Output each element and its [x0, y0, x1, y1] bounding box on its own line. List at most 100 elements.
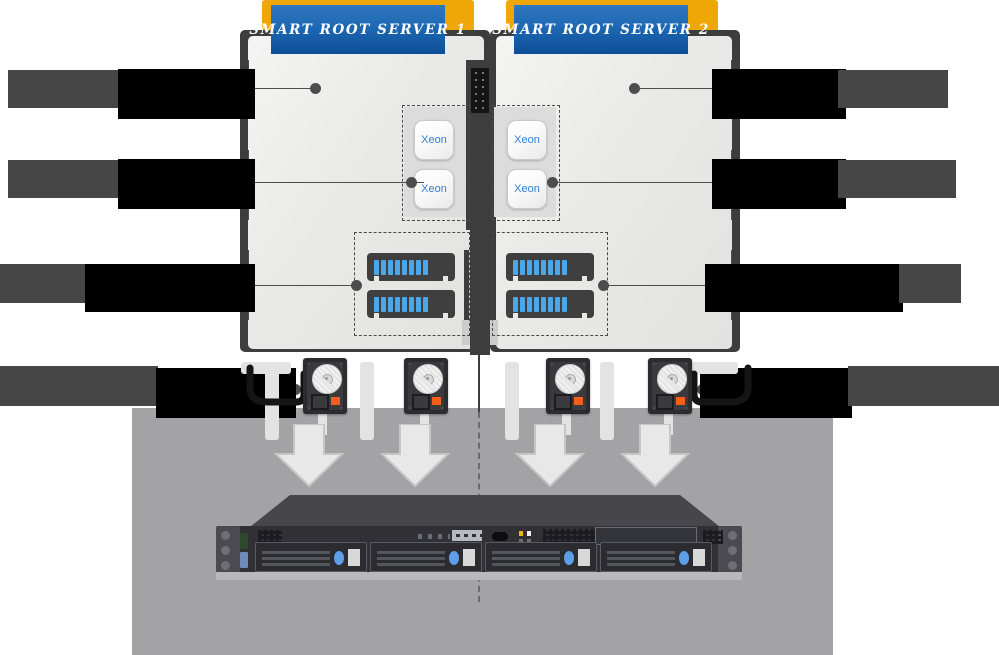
memory-group-outline-right — [492, 232, 608, 336]
hard-drive-4 — [648, 358, 692, 414]
cpu-label: Xeon — [421, 183, 447, 195]
memory-chip — [423, 259, 428, 275]
server-title-plate-1: SMART ROOT SERVER 1 — [249, 5, 465, 54]
memory-chip — [381, 296, 386, 312]
rack-drive-bay-4[interactable] — [600, 542, 712, 572]
memory-module-left-upper — [367, 253, 455, 282]
drive-screw — [441, 363, 443, 365]
rack-ear-hole — [728, 531, 737, 540]
rack-ear-hole — [221, 546, 230, 555]
memory-group-outline-left — [354, 232, 470, 336]
drive-screw — [685, 407, 687, 409]
drive-connector-icon — [432, 397, 441, 405]
rack-power-switch[interactable] — [240, 533, 248, 549]
flow-arrow-4 — [619, 424, 691, 488]
server-title-plate-2: SMART ROOT SERVER 2 — [492, 5, 708, 54]
drive-cable-riser-left-2 — [360, 362, 374, 440]
drive-pcb — [656, 394, 674, 410]
bay-activity-led — [449, 551, 459, 565]
drive-screw — [308, 407, 310, 409]
memory-chip — [534, 296, 539, 312]
callout-anchor-right-3 — [598, 280, 609, 291]
rack-reset-switch[interactable] — [240, 552, 248, 568]
drive-pcb — [554, 394, 572, 410]
rack-drive-bay-2[interactable] — [370, 542, 482, 572]
memory-chip — [527, 259, 532, 275]
memory-chip — [381, 259, 386, 275]
memory-chip — [513, 259, 518, 275]
rack-ear-hole — [728, 546, 737, 555]
callout-label-right-4-redaction-a — [848, 366, 999, 406]
rack-ear-left — [216, 526, 240, 574]
rack-drive-bay-3[interactable] — [485, 542, 597, 572]
memory-chip — [548, 296, 553, 312]
bay-vent — [377, 548, 445, 566]
bay-activity-led — [564, 551, 574, 565]
memory-chip — [388, 259, 393, 275]
rack-indicator-grid — [452, 530, 482, 541]
backplane-connector — [471, 68, 489, 113]
callout-label-right-2-redaction-a — [838, 160, 956, 198]
memory-chip — [555, 259, 560, 275]
rack-drive-bay-1[interactable] — [255, 542, 367, 572]
drive-pcb — [311, 394, 329, 410]
memory-chip — [416, 259, 421, 275]
memory-chip — [374, 259, 379, 275]
callout-anchor-right-1 — [629, 83, 640, 94]
memory-chip — [527, 296, 532, 312]
callout-label-right-3 — [705, 264, 903, 312]
drive-pcb — [412, 394, 430, 410]
memory-chip — [513, 296, 518, 312]
memory-chip — [555, 296, 560, 312]
drive-screw — [340, 407, 342, 409]
drive-screw — [685, 363, 687, 365]
rack-ear-hole — [728, 561, 737, 570]
memory-chip — [388, 296, 393, 312]
bay-release-handle[interactable] — [463, 549, 475, 566]
memory-chip — [562, 259, 567, 275]
drive-screw — [441, 407, 443, 409]
memory-module-left-lower — [367, 290, 455, 319]
drive-screw — [653, 363, 655, 365]
rack-server-top-bevel — [250, 495, 720, 527]
flow-arrow-1 — [273, 424, 345, 488]
memory-chip — [395, 259, 400, 275]
cpu-label: Xeon — [514, 134, 540, 146]
callout-anchor-left-3 — [351, 280, 362, 291]
hard-drive-2 — [404, 358, 448, 414]
rack-status-led-cluster — [418, 534, 450, 539]
cpu-left-lower: Xeon — [414, 169, 454, 209]
memory-chip — [548, 259, 553, 275]
memory-chip — [409, 296, 414, 312]
drive-screw — [308, 363, 310, 365]
bay-release-handle[interactable] — [693, 549, 705, 566]
rack-ear-hole — [221, 561, 230, 570]
bay-activity-led — [679, 551, 689, 565]
callout-label-left-3-redaction-a — [0, 264, 85, 303]
diagram-canvas: SMART ROOT SERVER 1 SMART ROOT SERVER 2 … — [0, 0, 999, 655]
callout-label-left-1 — [118, 69, 255, 119]
drive-connector-icon — [331, 397, 340, 405]
memory-chip — [541, 259, 546, 275]
memory-chip — [402, 259, 407, 275]
center-spine-lower — [470, 230, 490, 355]
cpu-label: Xeon — [514, 183, 540, 195]
callout-label-left-3 — [85, 264, 255, 312]
memory-chip — [562, 296, 567, 312]
memory-chip — [402, 296, 407, 312]
callout-anchor-left-2 — [406, 177, 417, 188]
memory-module-right-lower — [506, 290, 594, 319]
drive-connector-icon — [574, 397, 583, 405]
rack-led-amber — [519, 531, 523, 536]
memory-chip — [416, 296, 421, 312]
bay-release-handle[interactable] — [348, 549, 360, 566]
memory-chip — [395, 296, 400, 312]
server-title-label-2: SMART ROOT SERVER 2 — [492, 21, 710, 38]
memory-chip — [520, 259, 525, 275]
callout-label-right-2 — [712, 159, 846, 209]
memory-chip — [423, 296, 428, 312]
bay-release-handle[interactable] — [578, 549, 590, 566]
server-title-label-1: SMART ROOT SERVER 1 — [249, 21, 467, 38]
hard-drive-3 — [546, 358, 590, 414]
rack-power-button[interactable] — [492, 532, 508, 541]
